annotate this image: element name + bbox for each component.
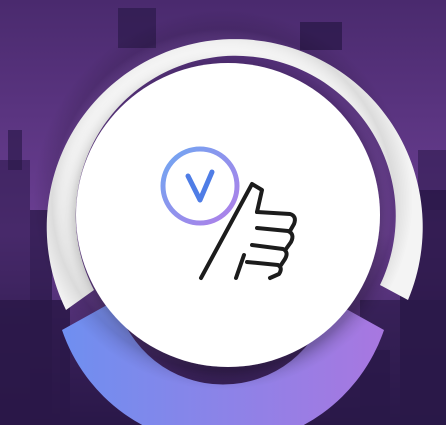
approval-badge: [33, 10, 423, 425]
approval-badge-scene: [0, 0, 446, 425]
center-disc: [76, 63, 380, 367]
